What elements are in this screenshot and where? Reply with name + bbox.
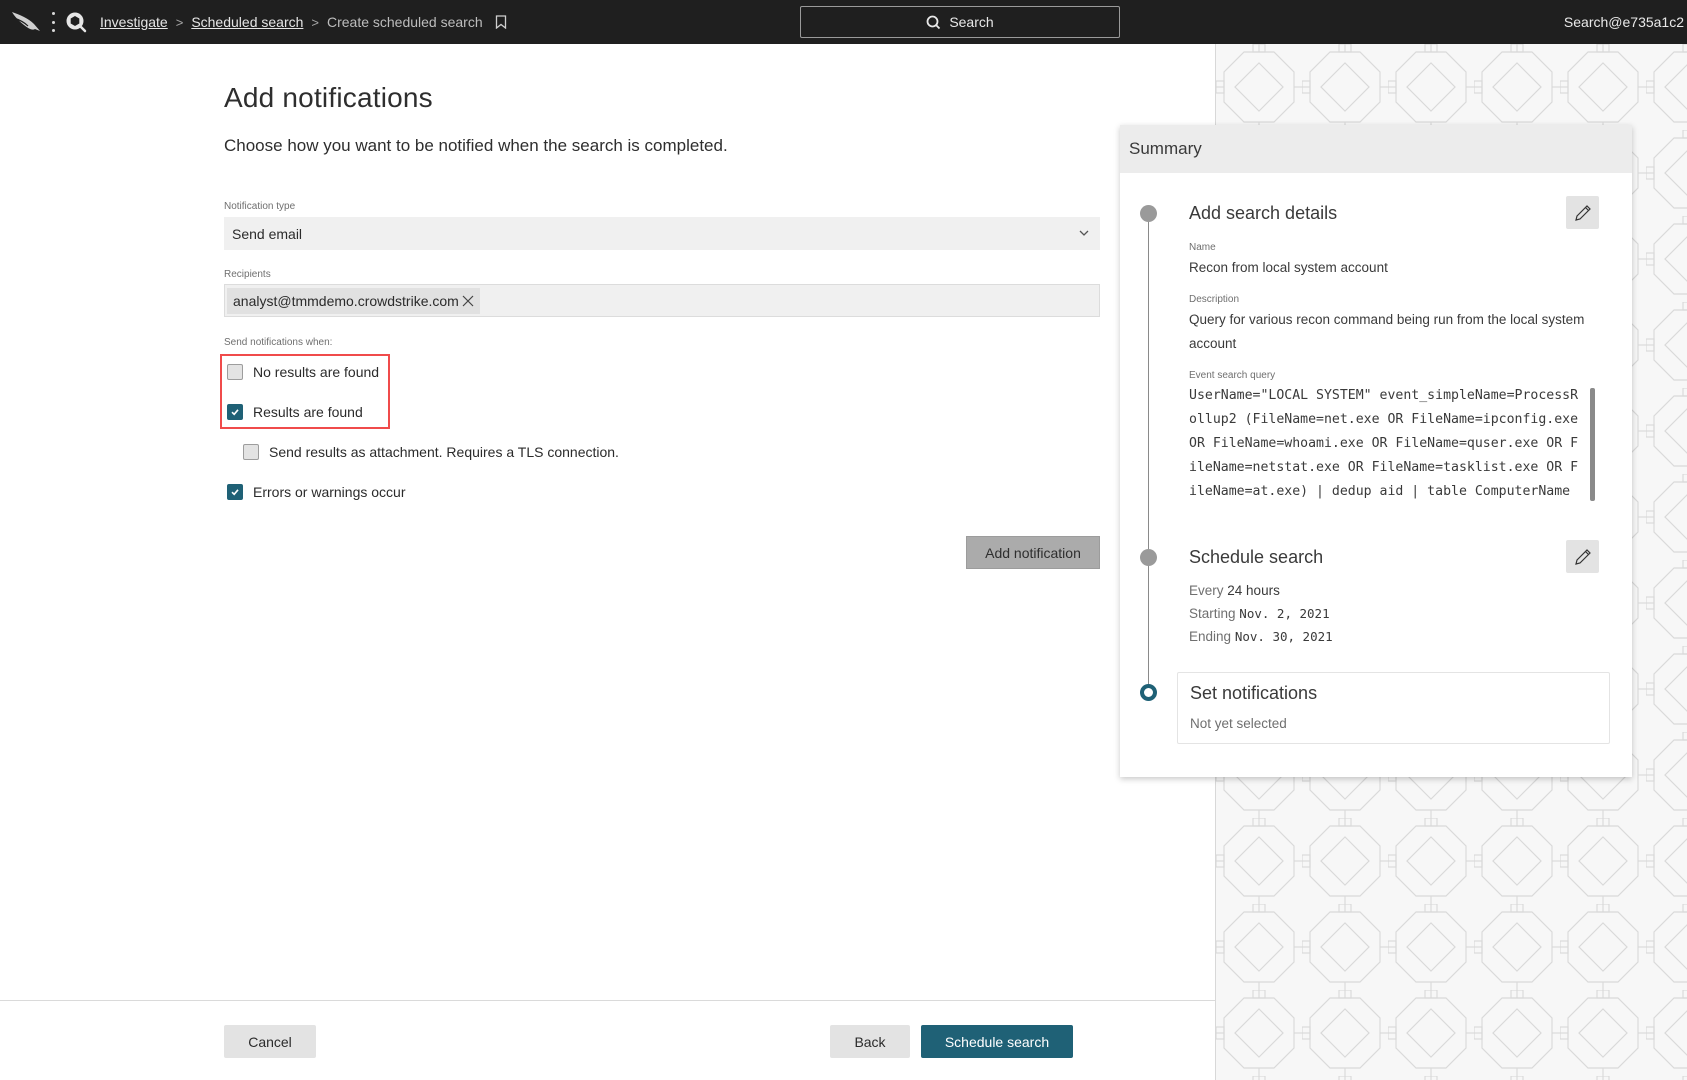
option-label: Errors or warnings occur	[253, 484, 406, 500]
remove-recipient-icon[interactable]	[462, 295, 474, 307]
step-schedule-title: Schedule search	[1189, 547, 1324, 567]
starting-value: Nov. 2, 2021	[1239, 606, 1330, 621]
no-results-checkbox[interactable]	[227, 364, 243, 380]
breadcrumb: Investigate > Scheduled search > Create …	[100, 0, 507, 44]
schedule-start: Starting Nov. 2, 2021	[1189, 602, 1330, 626]
query-label: Event search query	[1189, 370, 1276, 381]
schedule-frequency: Every 24 hours	[1189, 579, 1280, 603]
checkmark-icon	[231, 409, 239, 416]
query-value: UserName="LOCAL SYSTEM" event_simpleName…	[1189, 388, 1579, 499]
option-label: Send results as attachment. Requires a T…	[269, 444, 619, 460]
ending-prefix: Ending	[1189, 629, 1232, 644]
back-button[interactable]: Back	[830, 1025, 910, 1058]
chevron-right-icon: >	[311, 14, 319, 30]
ending-value: Nov. 30, 2021	[1234, 629, 1333, 644]
global-search-button[interactable]: Search	[800, 6, 1120, 38]
global-search-label: Search	[949, 14, 994, 30]
step-complete-dot	[1140, 549, 1157, 566]
edit-search-details-button[interactable]	[1566, 196, 1599, 229]
page-title: Add notifications	[224, 82, 433, 113]
step-notifications-title: Set notifications	[1190, 683, 1318, 703]
page-subtitle: Choose how you want to be notified when …	[224, 136, 728, 155]
step-search-details-title: Add search details	[1189, 203, 1338, 223]
name-value: Recon from local system account	[1189, 260, 1388, 275]
option-no-results[interactable]: No results are found	[227, 364, 379, 380]
option-errors-warnings[interactable]: Errors or warnings occur	[227, 484, 406, 500]
add-notification-button[interactable]: Add notification	[966, 536, 1100, 569]
breadcrumb-current: Create scheduled search	[326, 14, 483, 30]
option-results-found[interactable]: Results are found	[227, 404, 363, 420]
more-menu-icon[interactable]	[51, 12, 55, 32]
notification-type-select[interactable]: Send email	[224, 217, 1100, 250]
every-value: 24 hours	[1227, 583, 1280, 598]
chevron-down-icon	[1079, 230, 1089, 236]
edit-schedule-button[interactable]	[1566, 540, 1599, 573]
breadcrumb-investigate[interactable]: Investigate	[100, 14, 168, 30]
description-value: Query for various recon command being ru…	[1189, 312, 1585, 351]
user-account-label[interactable]: Search@e735a1c2	[1564, 0, 1684, 44]
option-send-attachment[interactable]: Send results as attachment. Requires a T…	[243, 444, 619, 460]
bookmark-icon[interactable]	[495, 15, 507, 29]
summary-title: Summary	[1120, 125, 1632, 173]
starting-prefix: Starting	[1189, 606, 1236, 621]
step-complete-dot	[1140, 205, 1157, 222]
description-label: Description	[1189, 294, 1240, 305]
every-prefix: Every	[1189, 583, 1224, 598]
query-scrollbar[interactable]	[1590, 388, 1595, 501]
recipients-input[interactable]: analyst@tmmdemo.crowdstrike.com	[224, 284, 1100, 317]
option-label: Results are found	[253, 404, 363, 420]
cancel-button[interactable]: Cancel	[224, 1025, 316, 1058]
name-label: Name	[1189, 242, 1216, 253]
option-label: No results are found	[253, 364, 380, 380]
checkmark-icon	[231, 489, 239, 496]
recipients-label: Recipients	[224, 269, 271, 280]
results-found-checkbox[interactable]	[227, 404, 243, 420]
notification-type-value: Send email	[232, 225, 303, 242]
footer-divider	[0, 1000, 1215, 1001]
schedule-end: Ending Nov. 30, 2021	[1189, 625, 1333, 649]
step-current-dot	[1140, 684, 1157, 701]
recipient-email: analyst@tmmdemo.crowdstrike.com	[233, 292, 459, 309]
pencil-icon	[1574, 204, 1591, 221]
falcon-logo-icon[interactable]	[10, 9, 42, 35]
search-icon	[926, 15, 941, 29]
schedule-search-button[interactable]: Schedule search	[921, 1025, 1073, 1058]
breadcrumb-scheduled-search[interactable]: Scheduled search	[191, 14, 303, 30]
investigate-app-icon[interactable]	[65, 11, 87, 33]
send-when-label: Send notifications when:	[224, 337, 333, 348]
top-bar: Investigate > Scheduled search > Create …	[0, 0, 1687, 44]
notifications-status: Not yet selected	[1190, 716, 1287, 731]
notification-type-label: Notification type	[224, 201, 296, 212]
summary-panel: Summary Add search details Name Recon fr…	[1120, 125, 1632, 777]
recipient-chip: analyst@tmmdemo.crowdstrike.com	[227, 287, 480, 314]
errors-warnings-checkbox[interactable]	[227, 484, 243, 500]
timeline-line	[1148, 215, 1149, 695]
pencil-icon	[1574, 548, 1591, 565]
send-attachment-checkbox[interactable]	[243, 444, 259, 460]
chevron-right-icon: >	[175, 14, 184, 30]
